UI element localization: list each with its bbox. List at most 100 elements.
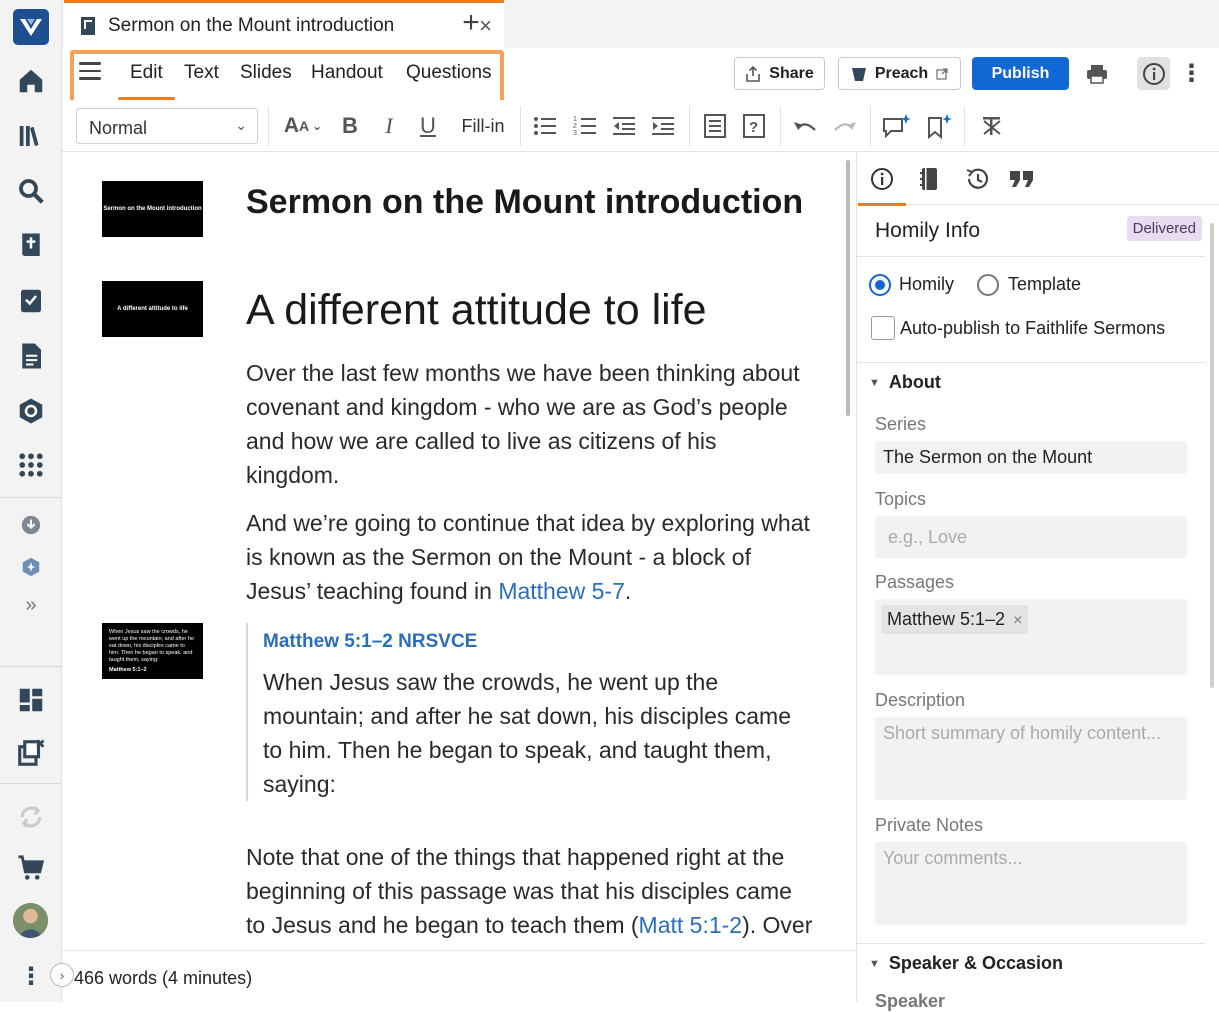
add-on-icon[interactable] xyxy=(16,552,46,582)
indent-icon[interactable] xyxy=(650,112,676,140)
question-block-icon[interactable]: ? xyxy=(741,112,767,140)
ai-comment-icon[interactable] xyxy=(882,112,912,140)
main-toolbar: Edit Text Slides Handout Questions Share… xyxy=(62,48,1219,108)
description-input[interactable]: Short summary of homily content... xyxy=(875,717,1187,800)
paragraph[interactable]: And we’re going to continue that idea by… xyxy=(246,506,816,608)
slide-thumbnail[interactable]: When Jesus saw the crowds, he went up th… xyxy=(102,623,203,679)
template-radio-label: Template xyxy=(1008,274,1082,294)
paragraph-text: ). Over xyxy=(742,912,813,938)
slide-thumbnail[interactable]: A different attitude to life xyxy=(102,281,203,337)
checklist-icon[interactable] xyxy=(11,281,51,321)
homily-radio[interactable] xyxy=(869,274,891,296)
italic-icon[interactable]: I xyxy=(376,112,402,140)
passage-chip-label: Matthew 5:1–2 xyxy=(887,609,1006,629)
status-badge: Delivered xyxy=(1126,216,1202,241)
clear-formatting-icon[interactable] xyxy=(979,112,1005,140)
guide-icon[interactable] xyxy=(11,391,51,431)
close-panels-icon[interactable] xyxy=(11,733,51,773)
quote-reference[interactable]: Matthew 5:1–2 NRSVCE xyxy=(263,631,816,653)
insert-block-icon[interactable] xyxy=(702,112,728,140)
paragraph-style-select[interactable]: Normal ⌄ xyxy=(76,108,258,144)
bible-icon[interactable] xyxy=(11,226,51,266)
publish-button[interactable]: Publish xyxy=(972,57,1069,90)
section-heading[interactable]: A different attitude to life xyxy=(246,286,707,335)
library-icon[interactable] xyxy=(11,116,51,156)
slide-thumbnail-text: A different attitude to life xyxy=(117,306,188,312)
logo-icon[interactable] xyxy=(13,9,49,45)
more-vertical-icon[interactable]: ⋮ xyxy=(11,956,51,996)
document-icon[interactable] xyxy=(11,336,51,376)
status-bar: › 466 words (4 minutes) xyxy=(50,950,856,1002)
about-section-toggle[interactable]: ▼ About xyxy=(869,372,941,393)
topics-input[interactable]: e.g., Love xyxy=(875,516,1187,558)
share-button[interactable]: Share xyxy=(734,57,825,90)
notebook-tab-icon[interactable] xyxy=(909,161,949,197)
download-icon[interactable] xyxy=(16,510,46,540)
home-icon[interactable] xyxy=(11,61,51,101)
undo-icon[interactable] xyxy=(792,112,818,140)
tab-slides[interactable]: Slides xyxy=(240,62,292,84)
sync-icon[interactable] xyxy=(11,797,51,837)
ai-bookmark-icon[interactable] xyxy=(925,112,955,140)
tab-questions[interactable]: Questions xyxy=(406,62,492,84)
tab-bar: Sermon on the Mount introduction × + xyxy=(62,0,1219,48)
speaker-section-toggle[interactable]: ▼ Speaker & Occasion xyxy=(869,953,1063,974)
external-link-icon xyxy=(936,67,948,80)
quote-text: When Jesus saw the crowds, he went up th… xyxy=(263,669,792,797)
search-icon[interactable] xyxy=(11,171,51,211)
info-tab-icon[interactable] xyxy=(858,161,906,206)
tab-text[interactable]: Text xyxy=(184,62,219,84)
new-tab-icon[interactable]: + xyxy=(456,8,486,38)
template-radio[interactable] xyxy=(977,274,999,296)
print-icon[interactable] xyxy=(1080,57,1113,90)
passages-field[interactable]: Matthew 5:1–2 × xyxy=(875,599,1187,675)
scripture-quote-block[interactable]: Matthew 5:1–2 NRSVCE When Jesus saw the … xyxy=(246,623,816,801)
passage-chip[interactable]: Matthew 5:1–2 × xyxy=(881,605,1029,634)
quotes-tab-icon[interactable] xyxy=(1002,161,1042,197)
document-tab[interactable]: Sermon on the Mount introduction × xyxy=(64,0,504,48)
expand-chevron-icon[interactable]: › xyxy=(50,963,74,987)
redo-icon[interactable] xyxy=(832,112,858,140)
history-tab-icon[interactable] xyxy=(957,161,997,197)
slide-thumbnail[interactable]: Sermon on the Mount introduction xyxy=(102,181,203,237)
info-panel-icon[interactable] xyxy=(1137,57,1170,90)
layout-icon[interactable] xyxy=(11,680,51,720)
slide-thumbnail-text: When Jesus saw the crowds, he went up th… xyxy=(109,628,195,663)
tab-edit[interactable]: Edit xyxy=(118,62,175,100)
more-options-icon[interactable]: ⋮ xyxy=(1175,57,1208,90)
paragraph[interactable]: Over the last few months we have been th… xyxy=(246,356,816,492)
private-notes-input[interactable]: Your comments... xyxy=(875,842,1187,925)
avatar[interactable] xyxy=(13,903,48,938)
series-field[interactable]: The Sermon on the Mount xyxy=(875,441,1187,474)
more-chevrons-icon[interactable]: » xyxy=(16,590,46,620)
paragraph[interactable]: Note that one of the things that happene… xyxy=(246,840,816,942)
slide-thumbnail-text: Sermon on the Mount introduction xyxy=(103,206,202,212)
description-label: Description xyxy=(875,690,966,710)
document-title[interactable]: Sermon on the Mount introduction xyxy=(246,183,803,222)
sermon-editor[interactable]: Sermon on the Mount introduction Sermon … xyxy=(62,153,856,950)
apps-icon[interactable] xyxy=(11,445,51,485)
preach-button[interactable]: Preach xyxy=(838,57,961,90)
outdent-icon[interactable] xyxy=(611,112,637,140)
rail-divider xyxy=(0,666,62,667)
bold-icon[interactable]: B xyxy=(337,112,363,140)
bullet-list-icon[interactable] xyxy=(532,112,558,140)
toolbar-divider xyxy=(689,106,690,146)
underline-icon[interactable]: U xyxy=(415,112,441,140)
tab-handout[interactable]: Handout xyxy=(311,62,383,84)
series-label: Series xyxy=(875,414,927,434)
hamburger-menu-icon[interactable] xyxy=(79,62,101,80)
toolbar-divider xyxy=(268,106,269,146)
numbered-list-icon[interactable]: 123 xyxy=(572,112,598,140)
remove-chip-icon[interactable]: × xyxy=(1013,612,1022,629)
font-size-icon[interactable]: A A ⌄ xyxy=(282,112,324,140)
cart-icon[interactable] xyxy=(11,848,51,888)
caret-down-icon: ▼ xyxy=(869,377,880,389)
scripture-link[interactable]: Matthew 5-7 xyxy=(498,578,625,604)
panel-scrollbar[interactable] xyxy=(1210,223,1214,688)
scripture-link[interactable]: Matt 5:1-2 xyxy=(639,912,743,938)
autopublish-checkbox[interactable] xyxy=(871,316,895,340)
toolbar-divider xyxy=(520,106,521,146)
fill-in-button[interactable]: Fill-in xyxy=(455,112,511,140)
editor-scrollbar[interactable] xyxy=(846,160,850,416)
